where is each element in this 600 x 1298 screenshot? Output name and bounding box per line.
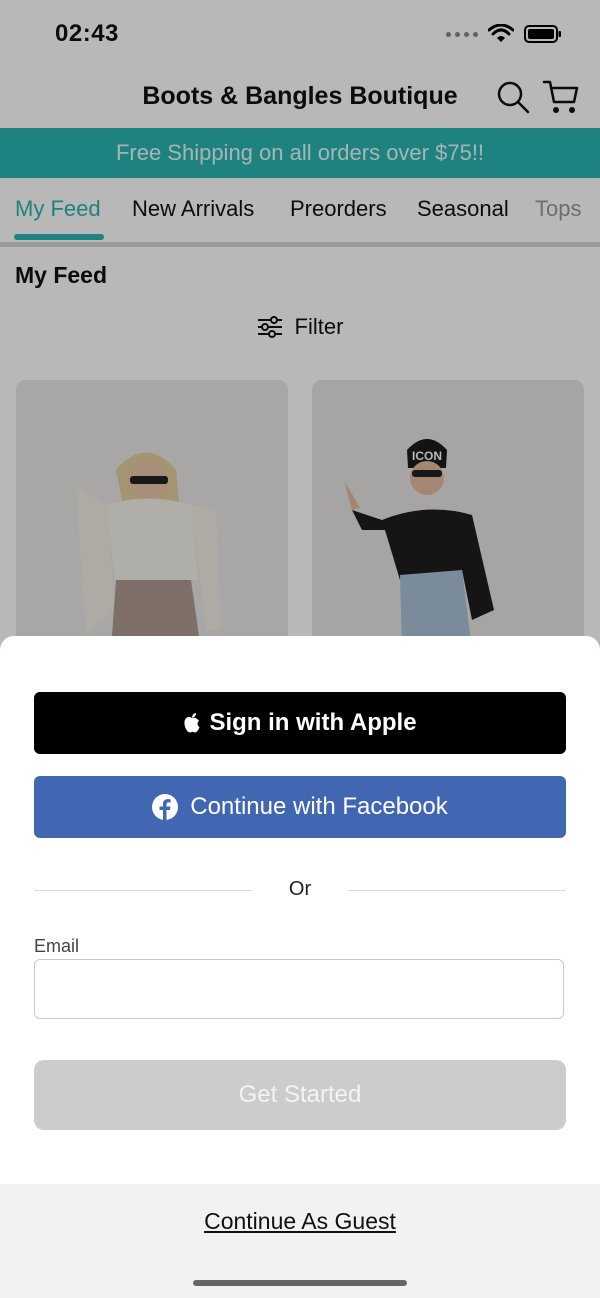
divider-line-right bbox=[348, 890, 566, 891]
guest-area: Continue As Guest bbox=[0, 1184, 600, 1298]
continue-as-guest-link[interactable]: Continue As Guest bbox=[0, 1208, 600, 1235]
email-label: Email bbox=[34, 936, 80, 956]
or-divider: Or bbox=[34, 876, 566, 906]
email-field[interactable] bbox=[34, 959, 564, 1019]
facebook-button-label: Continue with Facebook bbox=[190, 793, 448, 820]
continue-with-facebook-button[interactable]: Continue with Facebook bbox=[34, 776, 566, 838]
sign-in-with-apple-button[interactable]: Sign in with Apple bbox=[34, 692, 566, 754]
get-started-button[interactable]: Get Started bbox=[34, 1060, 566, 1130]
apple-icon bbox=[184, 713, 200, 733]
home-indicator bbox=[193, 1280, 407, 1286]
sign-in-sheet: Sign in with Apple Continue with Faceboo… bbox=[0, 636, 600, 1298]
apple-button-label: Sign in with Apple bbox=[209, 709, 417, 736]
facebook-icon bbox=[152, 794, 179, 820]
